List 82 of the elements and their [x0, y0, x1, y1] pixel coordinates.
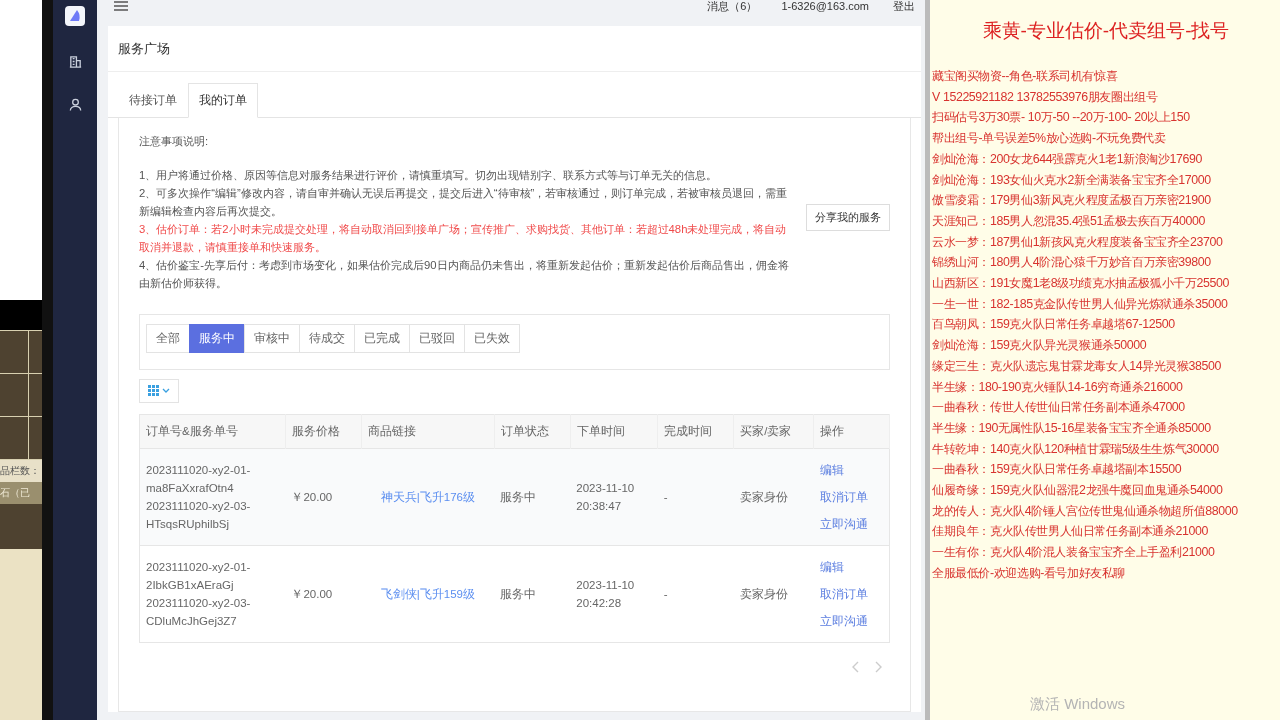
share-button[interactable]: 分享我的服务	[806, 203, 890, 231]
table-cell: 卖家身份	[733, 545, 814, 643]
table-cell: 2023111020-xy2-01- 2IbkGB1xAEraGj 2023111020-xy2-03- CDluMcJhGej3Z7	[139, 545, 286, 643]
table-cell: 2023-11-10 20:38:47	[570, 448, 658, 546]
page-title: 服务广场	[108, 26, 921, 72]
action-link[interactable]: 取消订单	[819, 585, 868, 603]
table-cell: 2023-11-10 20:42:28	[570, 545, 658, 643]
notice-text: 4、估价鉴宝-先享后付：考虑到市场变化，如果估价完成后90日内商品仍未售出，将重新发起估价；重新发起估价后商品售出，佣金将由新估价师获得。	[139, 258, 790, 291]
promo-line: 一生有你：克火队4阶混人装备宝宝齐全上手盈利21000	[932, 544, 1216, 562]
promo-line: 云水一梦：187男仙1新孩风克火程度装备宝宝齐全23700	[932, 233, 1224, 251]
promo-line: 锦绣山河：180男人4阶混心猿千万妙音百万亲密39800	[932, 254, 1212, 272]
promo-line: 一曲春秋：159克火队日常任务卓越塔副本15500	[932, 461, 1183, 479]
promo-line: 剑灿沧海：193女仙火克水2新全满装备宝宝齐全17000	[932, 171, 1212, 189]
promo-line: 一曲春秋：传世人传世仙日常任务副本通杀47000	[932, 399, 1186, 417]
grid-icon	[148, 385, 170, 397]
product-link[interactable]: 飞剑侠|飞升159级	[380, 588, 475, 600]
user-icon[interactable]	[67, 97, 83, 112]
logout-link[interactable]: 登出	[893, 0, 915, 12]
filter-button[interactable]: 已失效	[464, 324, 520, 353]
table-cell: ￥20.00	[285, 545, 362, 643]
column-header: 商品链接	[361, 414, 495, 449]
promo-line: V 15225921182 13782553976朋友圈出组号	[932, 88, 1159, 106]
action-link[interactable]: 编辑	[819, 461, 844, 479]
logo-icon	[65, 6, 85, 26]
promo-line: 仙履奇缘：159克火队仙器混2龙强牛魔回血鬼通杀54000	[932, 482, 1224, 500]
action-link[interactable]: 立即沟通	[819, 515, 868, 533]
table-cell: -	[657, 545, 734, 643]
column-header: 服务价格	[285, 414, 362, 449]
promo-line: 半生缘：180-190克火锤队14-16穷奇通杀216000	[932, 378, 1184, 396]
action-link[interactable]: 立即沟通	[819, 612, 868, 630]
promo-line: 佳期良年：克火队传世男人仙日常任务副本通杀21000	[932, 523, 1210, 541]
promo-title: 乘黄-专业估价-代卖组号-找号	[981, 19, 1231, 43]
promo-line: 扫码估号3万30票- 10万-50 --20万-100- 20以上150	[932, 109, 1191, 127]
game-label: 品栏数：	[0, 460, 42, 482]
column-header: 买家/卖家	[733, 414, 814, 449]
filter-button[interactable]: 审核中	[244, 324, 300, 353]
action-link[interactable]: 编辑	[819, 558, 844, 576]
promo-line: 剑灿沧海：159克火队异光灵猴通杀50000	[932, 337, 1148, 355]
game-label: 石（已	[0, 482, 42, 504]
promo-line: 帮出组号-单号误差5%放心选购-不玩免费代卖	[932, 130, 1167, 148]
tab[interactable]: 我的订单	[188, 83, 258, 118]
column-header: 下单时间	[570, 414, 658, 449]
promo-line: 藏宝阁买物资--角色-联系司机有惊喜	[932, 68, 1119, 85]
product-link[interactable]: 神天兵|飞升176级	[380, 491, 475, 503]
building-icon[interactable]	[67, 54, 83, 69]
notice-text: 1、用户将通过价格、原因等信息对服务结果进行评价，请慎重填写。切勿出现错别字、联系方式等与订单无关的信息。	[139, 168, 719, 183]
promo-line: 一生一世：182-185克金队传世男人仙异光炼狱通杀35000	[932, 295, 1229, 313]
column-toggle-button[interactable]	[139, 379, 179, 403]
promo-line: 龙的传人：克火队4阶锤人宫位传世鬼仙通杀物超所值88000	[932, 502, 1239, 520]
promo-line: 天涯知己：185男人忽混35.4强51孟极去疾百万40000	[932, 212, 1207, 230]
promo-line: 剑灿沧海：200女龙644强霹克火1老1新浪淘沙17690	[932, 150, 1203, 168]
column-header: 订单号&服务单号	[139, 414, 286, 449]
notice-text: 2、可多次操作“编辑”修改内容，请自审并确认无误后再提交，提交后进入“待审核”，若审核通过，则订单完成，若被审核员退回，需重新编辑检查内容后再次提交。	[139, 186, 789, 219]
menu-icon[interactable]	[114, 1, 128, 11]
table-cell: 2023111020-xy2-01- ma8FaXxrafOtn4 2023111020-xy2-03- HTsqsRUphilbSj	[139, 448, 286, 546]
filter-button[interactable]: 已完成	[354, 324, 410, 353]
filter-button[interactable]: 已驳回	[409, 324, 465, 353]
filter-button[interactable]: 全部	[146, 324, 190, 353]
account-email[interactable]: 1-6326@163.com	[781, 0, 869, 12]
table-cell: ￥20.00	[285, 448, 362, 546]
table-cell: 服务中	[494, 448, 571, 546]
promo-line: 牛转乾坤：140克火队120种植甘霖瑞5级生生炼气30000	[932, 440, 1220, 458]
table-cell: 服务中	[494, 545, 571, 643]
column-header: 完成时间	[657, 414, 734, 449]
column-header: 操作	[813, 414, 890, 449]
action-link[interactable]: 取消订单	[819, 488, 868, 506]
activation-notice: 激活 Windows	[1030, 695, 1126, 714]
notice-title: 注意事项说明:	[139, 134, 210, 149]
column-header: 订单状态	[494, 414, 571, 449]
promo-line: 缘定三生：克火队遗忘鬼甘霖龙毒女人14异光灵猴38500	[932, 357, 1223, 375]
filter-button[interactable]: 服务中	[189, 324, 245, 353]
promo-line: 百鸟朝凤：159克火队日常任务卓越塔67-12500	[932, 316, 1176, 334]
promo-line: 半生缘：190无属性队15-16星装备宝宝齐全通杀85000	[932, 419, 1212, 437]
messages-link[interactable]: 消息（6）	[707, 0, 758, 12]
table-cell: -	[657, 448, 734, 546]
notice-text: 3、估价订单：若2小时未完成提交处理，将自动取消回到接单广场；宣传推广、求购找货、其他订单：若超过48h未处理完成，将自动取消并退款，请慎重接单和快速服务。	[139, 222, 788, 255]
tab[interactable]: 待接订单	[118, 83, 188, 118]
promo-line: 全服最低价-欢迎选购-看号加好友私聊	[932, 564, 1127, 582]
table-cell: 卖家身份	[733, 448, 814, 546]
filter-button[interactable]: 待成交	[299, 324, 355, 353]
promo-line: 山西新区：191女魔1老8级功绩克水抽孟极狐小千万25500	[932, 275, 1230, 293]
promo-line: 傲雪凌霜：179男仙3新风克火程度孟极百万亲密21900	[932, 192, 1212, 210]
